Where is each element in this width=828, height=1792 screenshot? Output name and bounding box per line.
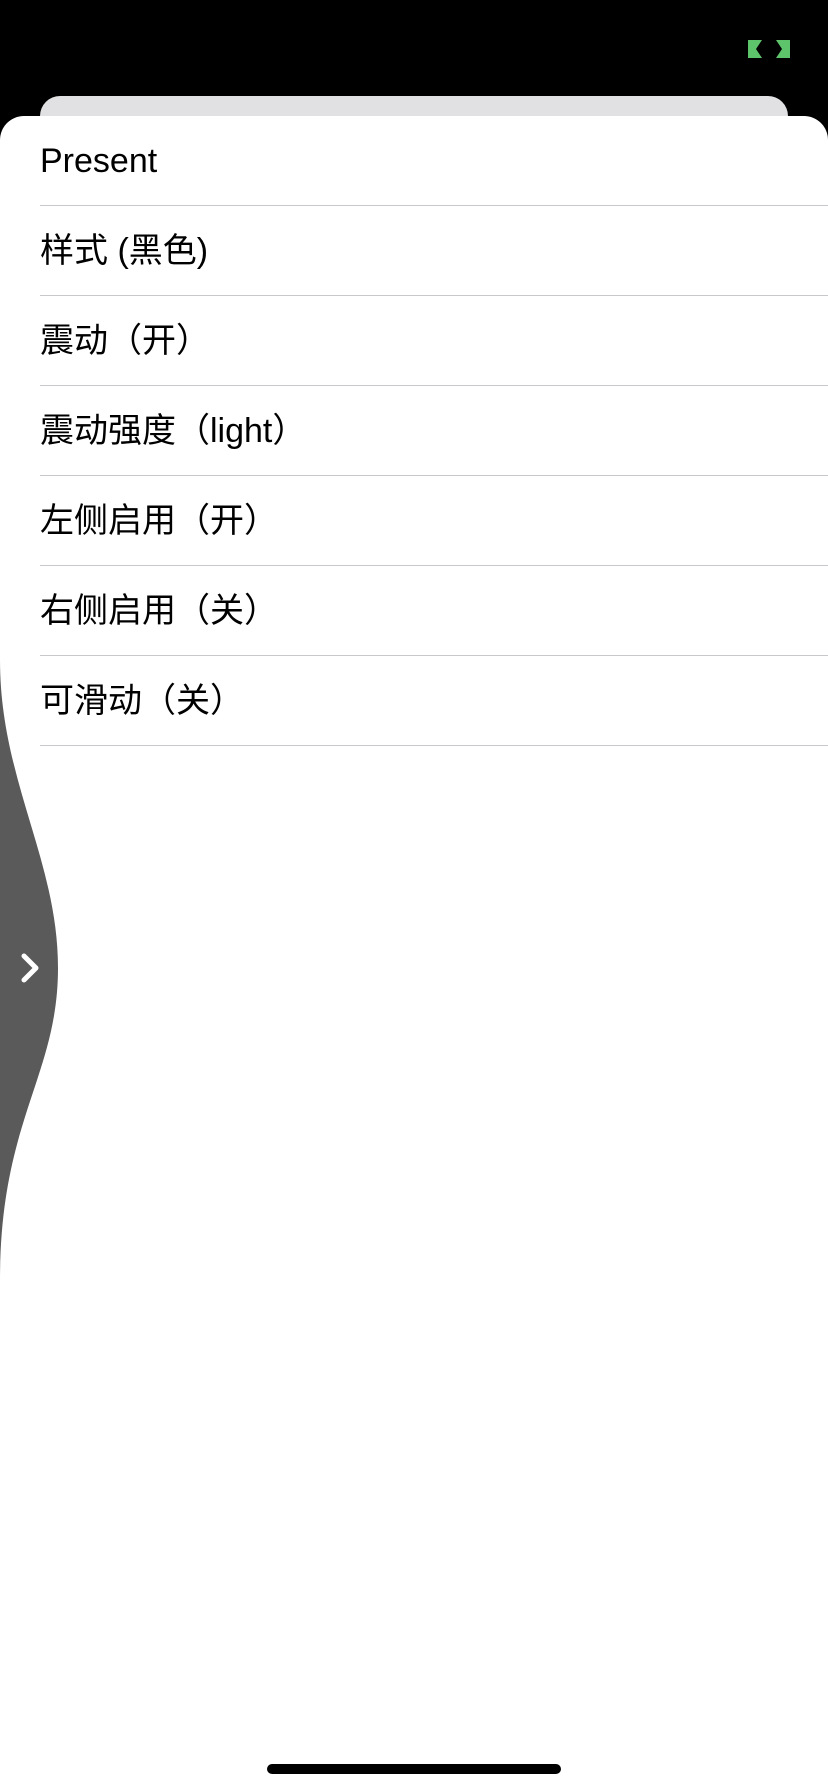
divider — [40, 745, 828, 746]
list-item-label: Present — [40, 142, 158, 180]
home-indicator[interactable] — [267, 1764, 561, 1774]
list-item-style[interactable]: 样式 (黑色) — [0, 206, 828, 296]
chevron-right-icon[interactable] — [12, 950, 48, 986]
list-item-label: 右侧启用（关） — [40, 592, 278, 630]
list-item-slidable[interactable]: 可滑动（关） — [0, 656, 828, 746]
list-item-left-enabled[interactable]: 左侧启用（开） — [0, 476, 828, 566]
settings-list: Present 样式 (黑色) 震动（开） 震动强度（light） 左侧启用（开… — [0, 116, 828, 746]
modal-sheet: Present 样式 (黑色) 震动（开） 震动强度（light） 左侧启用（开… — [0, 116, 828, 1792]
list-item-label: 可滑动（关） — [40, 682, 244, 720]
list-item-label: 震动强度（light） — [40, 412, 307, 450]
list-item-vibration-intensity[interactable]: 震动强度（light） — [0, 386, 828, 476]
list-item-label: 左侧启用（开） — [40, 502, 278, 540]
list-item-label: 样式 (黑色) — [40, 232, 209, 270]
green-bracket-indicator-icon — [748, 40, 790, 58]
app-screen: Present 样式 (黑色) 震动（开） 震动强度（light） 左侧启用（开… — [0, 0, 828, 1792]
list-item-present[interactable]: Present — [0, 116, 828, 206]
list-item-vibration[interactable]: 震动（开） — [0, 296, 828, 386]
list-item-right-enabled[interactable]: 右侧启用（关） — [0, 566, 828, 656]
list-item-label: 震动（开） — [40, 322, 210, 360]
